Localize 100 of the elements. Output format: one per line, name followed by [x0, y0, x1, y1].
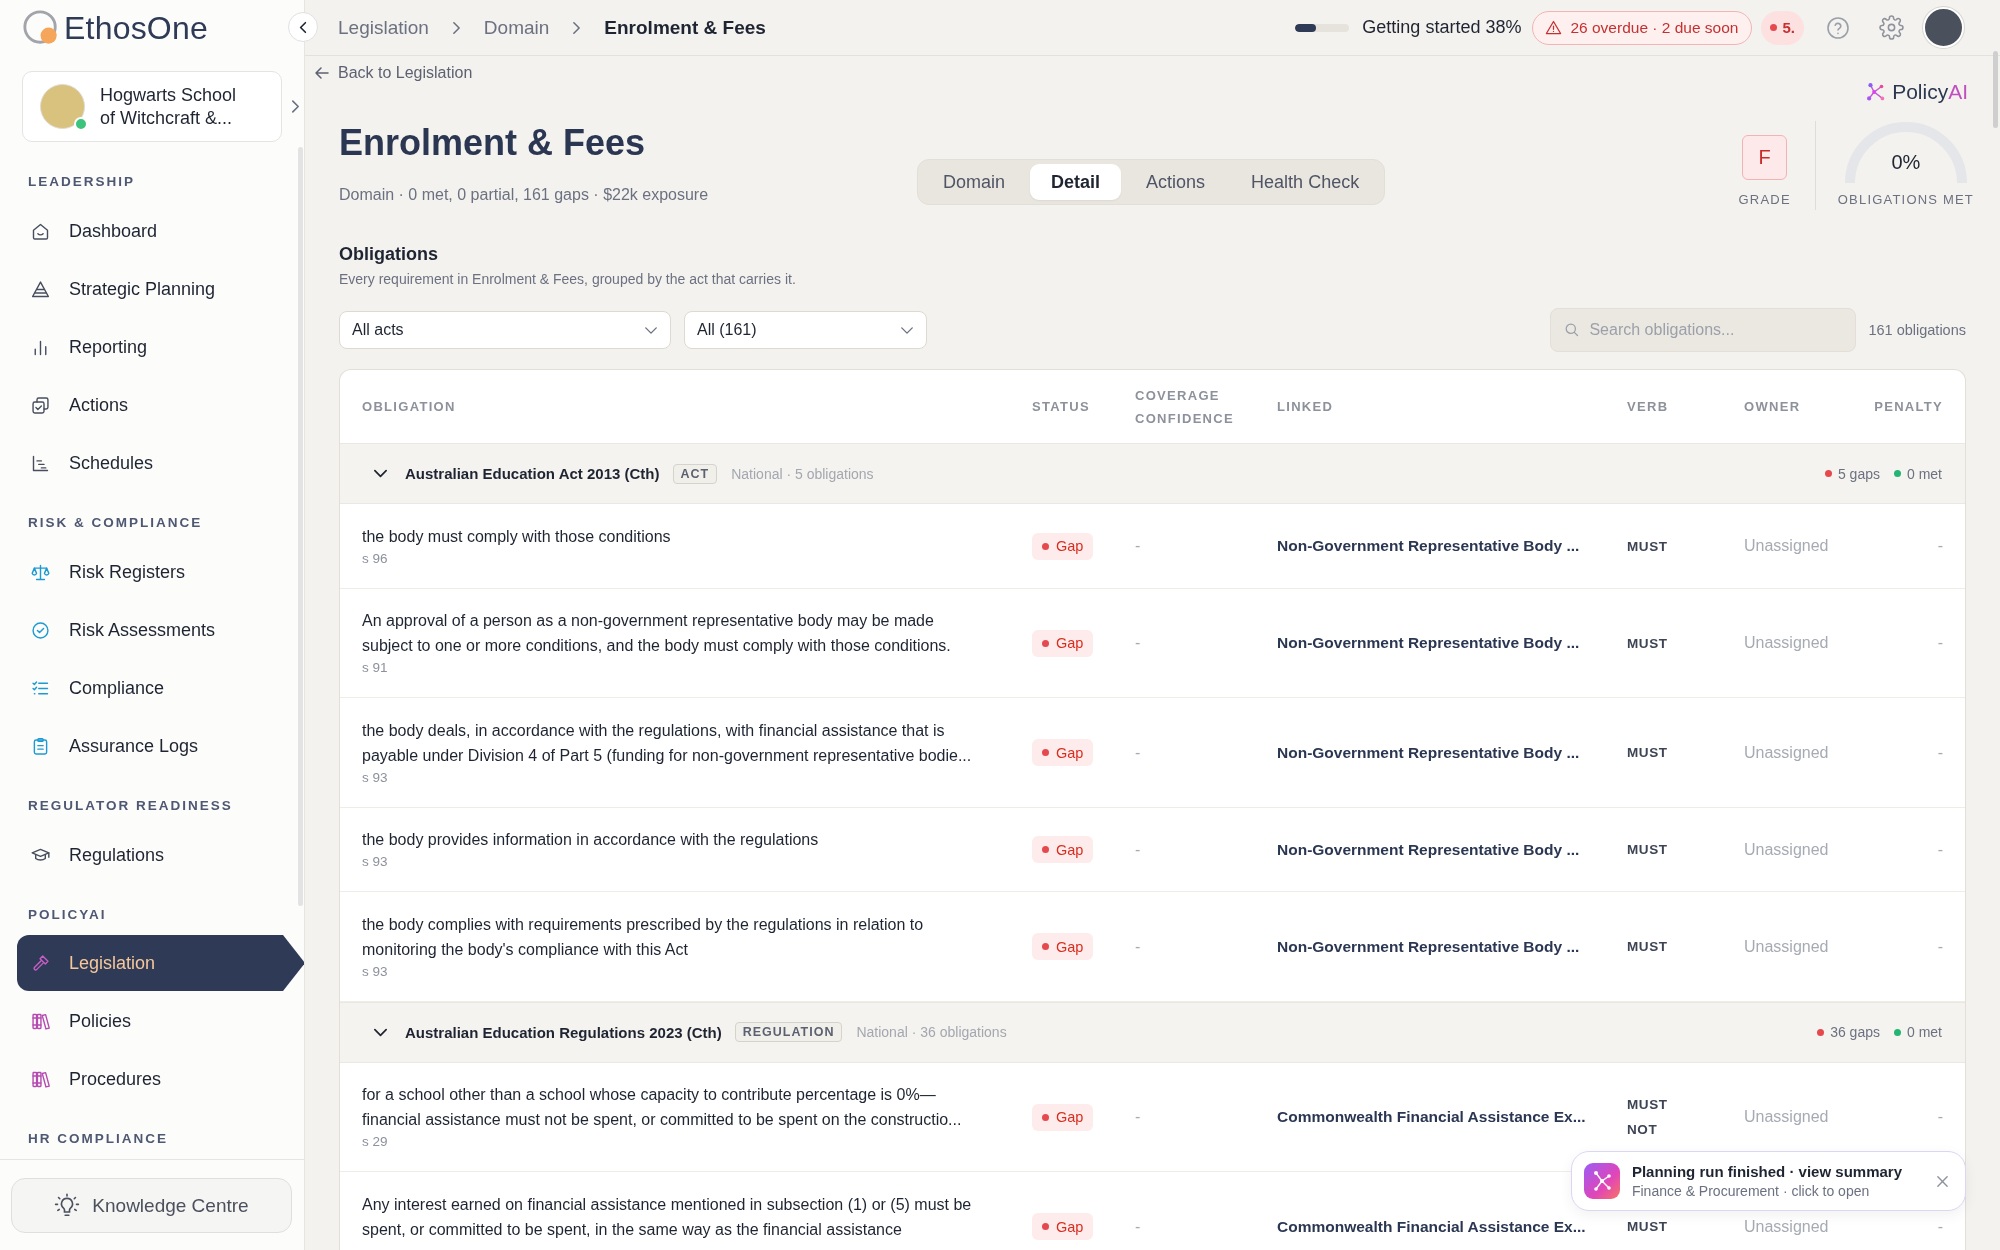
- tab[interactable]: Domain: [922, 164, 1027, 200]
- status-label: Gap: [1056, 1218, 1084, 1235]
- linked-record-link[interactable]: Non-Government Representative Body ...: [1277, 840, 1580, 858]
- nav-item[interactable]: Legislation: [17, 935, 304, 991]
- crest-placeholder: [40, 84, 85, 129]
- breadcrumb-link[interactable]: Enrolment & Fees: [604, 16, 766, 39]
- obligation-text: An approval of a person as a non-government representative body may be made subject to one or more conditions, and the body must comply with those conditions.: [362, 611, 952, 656]
- owner-cell: Unassigned: [1744, 1108, 1829, 1125]
- obligation-text: the body complies with requirements prescribed by the regulations in relation to monitoring the body's compliance with this Act: [362, 914, 925, 960]
- nav-section-title: REGULATOR READINESS: [28, 797, 234, 815]
- nav-item[interactable]: Schedules: [17, 434, 295, 492]
- column-header: COVERAGE CONFIDENCE: [1135, 386, 1235, 428]
- coverage-cell: -: [1135, 634, 1141, 651]
- filter-dropdown[interactable]: All (161): [684, 311, 927, 349]
- stacked-checkbox-icon: [30, 394, 51, 416]
- coverage-cell: -: [1135, 840, 1141, 858]
- status-label: Gap: [1056, 635, 1084, 651]
- obligation-text: for a school other than a school whose capacity to contribute percentage is 0%—financial assistance must not be spent, or committed to be spent on the constructio...: [362, 1085, 963, 1130]
- owner-cell: Unassigned: [1744, 537, 1829, 554]
- back-link[interactable]: Back to Legislation: [314, 60, 473, 86]
- chevron-right-icon[interactable]: [291, 99, 300, 114]
- search-icon: [1563, 321, 1581, 338]
- verb-cell-text: MUST: [1627, 938, 1668, 956]
- coverage-cell: -: [1135, 1108, 1141, 1125]
- nav-item[interactable]: Risk Registers: [17, 543, 295, 601]
- nav-section-title: HR COMPLIANCE: [28, 1130, 169, 1148]
- close-icon[interactable]: [1936, 1174, 1949, 1188]
- notification-toast[interactable]: Planning run finished · view summary Finance & Procurement · click to open: [1570, 1151, 1966, 1211]
- obligation-text: the body provides information in accordance with the regulations: [362, 830, 820, 850]
- breadcrumb-link[interactable]: Domain: [483, 16, 550, 39]
- nav-item[interactable]: Compliance: [17, 659, 295, 717]
- status-dot-icon: [1042, 846, 1049, 853]
- linked-record-link[interactable]: Non-Government Representative Body ...: [1277, 537, 1580, 554]
- gap-count: 5 gaps: [1837, 465, 1880, 482]
- search-field[interactable]: Search obligations...: [1550, 308, 1857, 352]
- nav-item[interactable]: Reporting: [17, 318, 295, 376]
- pyramid-icon: [30, 278, 51, 300]
- nav-item[interactable]: Dashboard: [17, 202, 295, 260]
- scrollbar-thumb[interactable]: [1993, 51, 1998, 128]
- tab[interactable]: Detail: [1030, 164, 1122, 200]
- linked-record-link[interactable]: Non-Government Representative Body ...: [1277, 743, 1580, 761]
- nav-item[interactable]: Regulations: [17, 826, 295, 884]
- status-label: Gap: [1056, 841, 1084, 858]
- nav-item[interactable]: Assurance Logs: [17, 717, 295, 775]
- avatar-placeholder[interactable]: [1923, 7, 1964, 48]
- tab[interactable]: Actions: [1125, 164, 1227, 200]
- status-dot-icon: [1894, 1028, 1901, 1036]
- nav-item[interactable]: Strategic Planning: [17, 260, 295, 318]
- column-header: PENALTY: [1874, 398, 1943, 416]
- school-switcher-button[interactable]: Hogwarts School of Witchcraft &...: [22, 71, 282, 142]
- brand-name: EthosOne: [64, 9, 208, 47]
- group-title: Australian Education Act 2013 (Cth): [405, 465, 660, 482]
- status-label: Gap: [1056, 744, 1084, 761]
- group-meta: National · 5 obligations: [731, 465, 874, 482]
- status-dot-icon: [1042, 542, 1049, 550]
- linked-record-link[interactable]: Non-Government Representative Body ...: [1277, 634, 1580, 651]
- owner-cell: Unassigned: [1744, 840, 1829, 858]
- scrollbar-thumb[interactable]: [298, 147, 303, 906]
- nav-section-title: LEADERSHIP: [28, 173, 136, 191]
- filter-dropdown[interactable]: All acts: [339, 311, 671, 349]
- logo-icon: [22, 9, 60, 47]
- knowledge-centre-button[interactable]: Knowledge Centre: [11, 1178, 292, 1233]
- penalty-cell: -: [1937, 1217, 1943, 1235]
- tab[interactable]: Health Check: [1230, 164, 1381, 200]
- column-header: LINKED: [1277, 398, 1334, 416]
- nav-item[interactable]: Actions: [17, 376, 295, 434]
- nav-item[interactable]: Policies: [17, 992, 295, 1050]
- coverage-cell: -: [1135, 1217, 1141, 1235]
- section-reference: s 29: [362, 1133, 389, 1151]
- verb-cell-text: MUST: [1627, 537, 1668, 556]
- type-badge: ACT: [672, 463, 718, 484]
- verb-cell-text: MUST: [1627, 841, 1668, 859]
- linked-record-link[interactable]: Commonwealth Financial Assistance Ex...: [1277, 1217, 1586, 1235]
- gauge-value: 0%: [1891, 151, 1921, 173]
- coverage-cell: -: [1135, 537, 1141, 554]
- status-dot-icon: [1042, 639, 1049, 647]
- status-dot-icon: [1894, 470, 1901, 477]
- overdue-alert-button[interactable]: 26 overdue · 2 due soon: [1532, 10, 1753, 45]
- toast-title: Planning run finished · view summary: [1631, 1162, 1902, 1182]
- column-header: OBLIGATION: [362, 398, 456, 416]
- arrow-left-icon: [314, 65, 330, 81]
- nav-item[interactable]: Risk Assessments: [17, 601, 295, 659]
- penalty-cell: -: [1937, 1108, 1943, 1125]
- linked-record-link[interactable]: Non-Government Representative Body ...: [1277, 937, 1580, 955]
- penalty-cell: -: [1937, 937, 1943, 955]
- chevron-down-icon: [900, 325, 914, 335]
- verb-cell-text: MUST: [1627, 634, 1668, 653]
- coverage-cell: -: [1135, 743, 1141, 761]
- settings-icon[interactable]: [1879, 15, 1904, 40]
- notification-button[interactable]: 5.: [1761, 10, 1804, 45]
- status-label: Gap: [1056, 538, 1084, 554]
- grade-badge: F: [1742, 135, 1788, 180]
- status-dot-icon: [1042, 1223, 1049, 1230]
- status-dot-icon: [1824, 470, 1832, 477]
- page-subtitle: Domain · 0 met, 0 partial, 161 gaps · $22k exposure: [339, 185, 710, 205]
- nav-item[interactable]: Procedures: [17, 1050, 295, 1108]
- coverage-cell: -: [1135, 937, 1141, 955]
- linked-record-link[interactable]: Commonwealth Financial Assistance Ex...: [1277, 1108, 1586, 1125]
- breadcrumb-link[interactable]: Legislation: [338, 16, 429, 39]
- owner-cell: Unassigned: [1744, 937, 1829, 955]
